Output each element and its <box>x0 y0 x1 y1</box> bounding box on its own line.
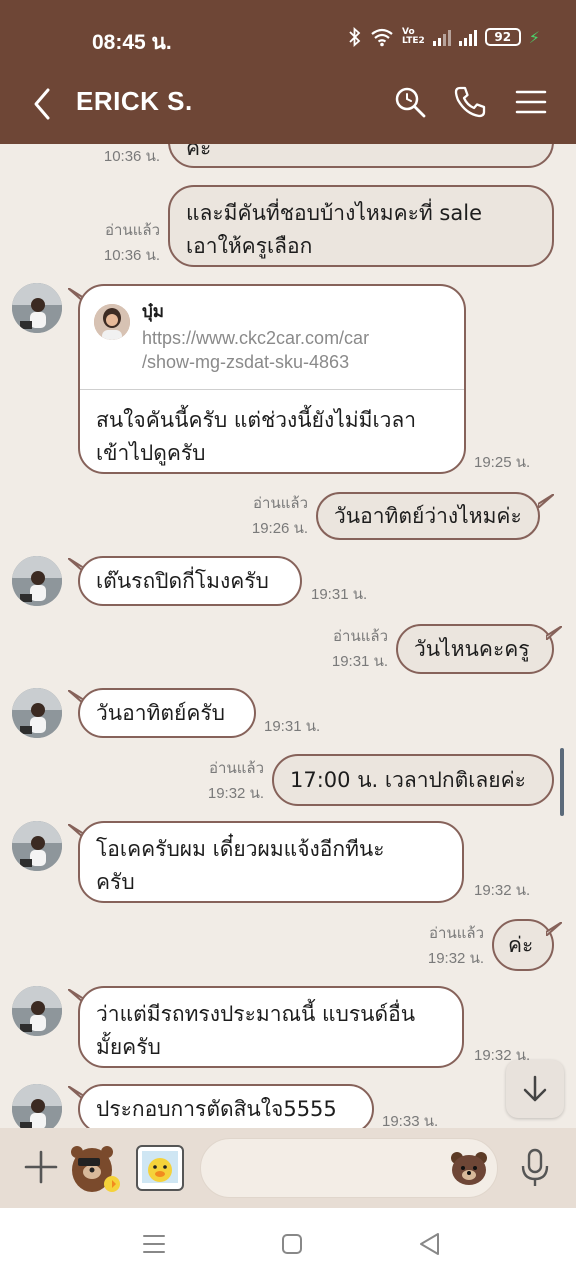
brown-sticker-icon[interactable] <box>68 1140 122 1196</box>
message-bubble-incoming[interactable]: ประกอบการตัดสินใจ5555 <box>78 1084 374 1128</box>
back-nav-icon[interactable] <box>412 1228 448 1260</box>
message-text: วันอาทิตย์ว่างไหมค่ะ <box>334 504 522 528</box>
message-text: 17:00 น. เวลาปกติเลยค่ะ <box>290 768 526 792</box>
read-label: อ่านแล้ว <box>253 495 308 512</box>
avatar[interactable] <box>12 986 62 1036</box>
message-time: 19:31 น. <box>264 718 321 735</box>
top-bar: 08:45 น. Vo LTE2 92 ⚡ ERICK S. <box>0 0 576 144</box>
message-read-status: อ่านแล้ว 19:26 น. <box>240 493 308 539</box>
message-bubble-incoming[interactable]: เต๊นรถปิดกี่โมงครับ <box>78 556 302 606</box>
chat-header: ERICK S. <box>0 80 576 130</box>
message-read-status: อ่านแล้ว 10:36 น. <box>96 220 160 266</box>
message-time: 19:31 น. <box>311 586 368 603</box>
message-line: เข้าไปดูครับ <box>96 441 206 465</box>
message-text: มั้ยครับ <box>96 1035 161 1059</box>
message-input-bar <box>0 1128 576 1208</box>
sally-sticker-icon[interactable] <box>134 1140 188 1196</box>
message-time: 19:33 น. <box>382 1113 439 1128</box>
message-text: ว่าแต่มีรถทรงประมาณนี้ แบรนด์อื่น <box>96 1002 416 1026</box>
system-nav-bar <box>0 1208 576 1280</box>
avatar[interactable] <box>12 1084 62 1128</box>
message-bubble-outgoing[interactable]: และมีคันที่ชอบบ้างไหมคะที่ sale เอาให้คร… <box>168 185 554 267</box>
home-icon[interactable] <box>274 1228 310 1260</box>
link-url-line: /show-mg-zsdat-sku-4863 <box>142 352 350 372</box>
search-icon[interactable] <box>392 84 428 120</box>
menu-icon[interactable] <box>513 84 549 120</box>
message-read-status: อ่านแล้ว 19:31 น. <box>320 626 388 672</box>
message-text: ครับ <box>96 870 135 894</box>
read-label: อ่านแล้ว <box>209 760 264 777</box>
emoji-icon[interactable] <box>450 1150 488 1186</box>
signal-icon-2 <box>458 28 477 46</box>
message-bubble-incoming[interactable]: โอเคครับผม เดี๋ยวผมแจ้งอีกทีนะ ครับ <box>78 821 464 903</box>
message-text: ค่ะ <box>508 933 534 957</box>
message-bubble-outgoing[interactable]: วันไหนคะครู <box>396 624 554 674</box>
bubble-tail <box>538 494 554 508</box>
chat-area[interactable]: 10:36 น. ค่ะ อ่านแล้ว 10:36 น. และมีคันท… <box>0 144 576 1128</box>
message-bubble-outgoing[interactable]: 17:00 น. เวลาปกติเลยค่ะ <box>272 754 554 806</box>
read-label: อ่านแล้ว <box>429 925 484 942</box>
link-url-line: https://www.ckc2car.com/car <box>142 328 370 348</box>
message-text: วันไหนคะครู <box>414 637 530 661</box>
link-profile-image <box>94 304 130 340</box>
message-read-status: อ่านแล้ว 19:32 น. <box>196 758 264 804</box>
avatar[interactable] <box>12 556 62 606</box>
message-read-status: อ่านแล้ว 19:32 น. <box>416 923 484 969</box>
avatar[interactable] <box>12 688 62 738</box>
message-text: ประกอบการตัดสินใจ5555 <box>96 1097 337 1121</box>
bluetooth-icon <box>349 27 361 47</box>
message-text: และมีคันที่ชอบบ้างไหมคะที่ sale <box>186 201 482 225</box>
message-text: สนใจคันนี้ครับ แต่ช่วงนี้ยังไม่มีเวลา เข… <box>80 390 464 472</box>
message-time: 19:25 น. <box>474 454 531 471</box>
message-text: โอเคครับผม เดี๋ยวผมแจ้งอีกทีนะ <box>96 837 385 861</box>
message-time: 19:26 น. <box>251 520 308 537</box>
link-preview[interactable]: บุ๋ม https://www.ckc2car.com/car /show-m… <box>80 286 464 390</box>
arrow-down-icon <box>523 1075 547 1102</box>
bubble-tail <box>546 626 562 640</box>
microphone-icon[interactable] <box>520 1148 550 1188</box>
message-text: วันอาทิตย์ครับ <box>96 701 225 725</box>
back-icon[interactable] <box>28 84 58 124</box>
battery-icon: 92 <box>484 28 521 46</box>
recent-apps-icon[interactable] <box>136 1228 172 1260</box>
message-bubble-outgoing[interactable]: ค่ะ <box>492 919 554 971</box>
signal-icon-1 <box>432 28 451 46</box>
status-icons: Vo LTE2 92 ⚡ <box>348 27 540 47</box>
message-bubble-incoming[interactable]: ว่าแต่มีรถทรงประมาณนี้ แบรนด์อื่น มั้ยคร… <box>78 986 464 1068</box>
link-sender-name: บุ๋ม <box>142 302 164 322</box>
message-time: 19:32 น. <box>474 882 531 899</box>
link-url[interactable]: https://www.ckc2car.com/car /show-mg-zsd… <box>142 326 369 374</box>
status-time: 08:45 น. <box>92 31 172 54</box>
message-line: สนใจคันนี้ครับ แต่ช่วงนี้ยังไม่มีเวลา <box>96 408 417 432</box>
link-preview-message[interactable]: บุ๋ม https://www.ckc2car.com/car /show-m… <box>78 284 466 474</box>
avatar[interactable] <box>12 283 62 333</box>
status-bar: 08:45 น. Vo LTE2 92 ⚡ <box>0 24 576 54</box>
message-time: 19:32 น. <box>207 785 264 802</box>
plus-icon[interactable] <box>24 1150 58 1184</box>
message-time: 10:36 น. <box>103 247 160 264</box>
message-bubble-outgoing[interactable]: วันอาทิตย์ว่างไหมค่ะ <box>316 492 540 540</box>
avatar[interactable] <box>12 821 62 871</box>
message-text: ค่ะ <box>186 144 212 160</box>
charging-icon: ⚡ <box>528 27 540 47</box>
scroll-to-bottom-button[interactable] <box>506 1060 564 1118</box>
message-time: 10:36 น. <box>103 148 160 165</box>
bubble-tail <box>546 922 562 936</box>
scrollbar[interactable] <box>560 748 564 816</box>
read-label: อ่านแล้ว <box>333 628 388 645</box>
message-bubble-outgoing[interactable]: ค่ะ <box>168 144 554 168</box>
call-icon[interactable] <box>452 84 488 120</box>
message-time: 19:31 น. <box>331 653 388 670</box>
message-time: 19:32 น. <box>427 950 484 967</box>
read-label: อ่านแล้ว <box>105 222 160 239</box>
wifi-icon <box>371 28 393 47</box>
message-bubble-incoming[interactable]: วันอาทิตย์ครับ <box>78 688 256 738</box>
message-text: เต๊นรถปิดกี่โมงครับ <box>96 569 269 593</box>
chat-title: ERICK S. <box>76 86 193 116</box>
volte-icon: Vo LTE2 <box>401 27 425 46</box>
message-text: เอาให้ครูเลือก <box>186 234 313 258</box>
